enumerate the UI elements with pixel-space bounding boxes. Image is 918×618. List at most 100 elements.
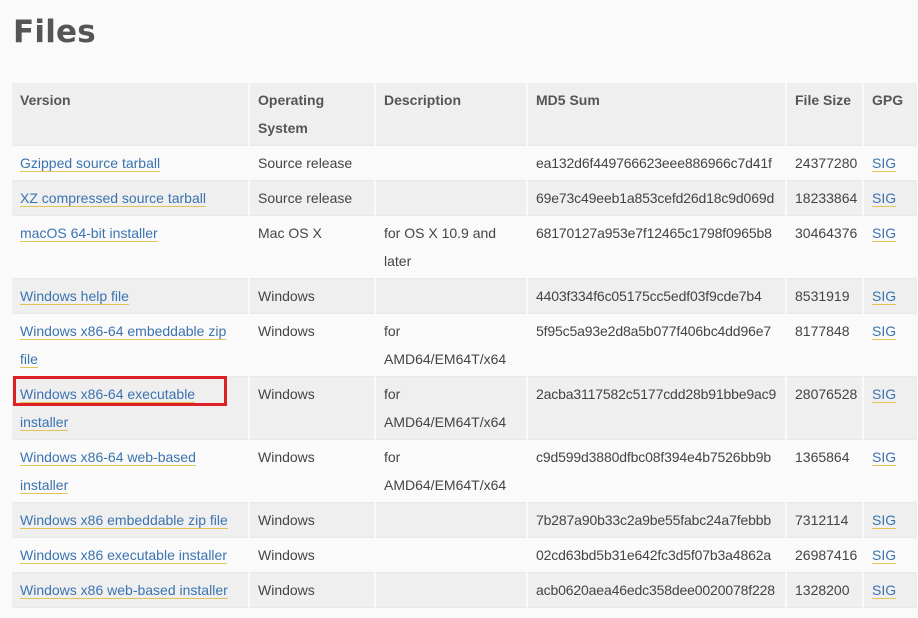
header-operating-system: Operating System	[249, 83, 376, 146]
gpg-cell: SIG	[863, 439, 918, 503]
gpg-cell: SIG	[863, 215, 918, 279]
table-row: XZ compressed source tarball Source relea…	[12, 180, 918, 216]
table-row: macOS 64-bit installer Mac OS Xfor OS X 1…	[12, 215, 918, 279]
table-row: Windows x86 embeddable zip file Windows 7b…	[12, 502, 918, 538]
table-row: Windows help file Windows 4403f334f6c05175…	[12, 278, 918, 314]
file-size-cell: 7312114	[786, 502, 864, 538]
download-link[interactable]: Windows x86-64 embeddable zip file	[20, 323, 227, 368]
header-gpg: GPG	[863, 83, 918, 146]
description-cell	[375, 180, 528, 216]
description-cell: for AMD64/EM64T/x64	[375, 376, 528, 440]
description-cell	[375, 572, 528, 608]
header-md5-sum: MD5 Sum	[527, 83, 787, 146]
sig-link[interactable]: SIG	[872, 190, 897, 207]
version-cell: macOS 64-bit installer	[12, 215, 250, 279]
md5-cell: 2acba3117582c5177cdd28b91bbe9ac9	[527, 376, 787, 440]
gpg-cell: SIG	[863, 278, 918, 314]
version-cell: Windows x86 web-based installer	[12, 572, 250, 608]
version-cell: Windows x86-64 web-based installer	[12, 439, 250, 503]
header-row: Version Operating System Description MD5…	[12, 83, 918, 146]
gpg-cell: SIG	[863, 313, 918, 377]
md5-cell: c9d599d3880dfbc08f394e4b7526bb9b	[527, 439, 787, 503]
download-link[interactable]: Windows x86-64 executable installer	[20, 386, 196, 431]
md5-cell: 4403f334f6c05175cc5edf03f9cde7b4	[527, 278, 787, 314]
table-row: Gzipped source tarball Source release ea13…	[12, 145, 918, 181]
os-cell: Windows	[249, 278, 376, 314]
gpg-cell: SIG	[863, 376, 918, 440]
table-row: Windows x86-64 web-based installer Window…	[12, 439, 918, 503]
gpg-cell: SIG	[863, 537, 918, 573]
sig-link[interactable]: SIG	[872, 547, 897, 564]
version-cell: Gzipped source tarball	[12, 145, 250, 181]
header-version: Version	[12, 83, 250, 146]
version-cell: Windows help file	[12, 278, 250, 314]
header-description: Description	[375, 83, 528, 146]
file-size-cell: 8177848	[786, 313, 864, 377]
file-size-cell: 28076528	[786, 376, 864, 440]
file-size-cell: 1328200	[786, 572, 864, 608]
sig-link[interactable]: SIG	[872, 155, 897, 172]
version-cell: Windows x86-64 executable installer	[12, 376, 250, 440]
md5-cell: acb0620aea46edc358dee0020078f228	[527, 572, 787, 608]
md5-cell: 69e73c49eeb1a853cefd26d18c9d069d	[527, 180, 787, 216]
table-row: Windows x86 web-based installer Windows ac…	[12, 572, 918, 608]
page-title: Files	[13, 14, 96, 50]
download-link[interactable]: Windows x86 web-based installer	[20, 582, 228, 599]
sig-link[interactable]: SIG	[872, 582, 897, 599]
description-cell: for AMD64/EM64T/x64	[375, 439, 528, 503]
file-size-cell: 18233864	[786, 180, 864, 216]
sig-link[interactable]: SIG	[872, 225, 897, 242]
description-cell	[375, 278, 528, 314]
version-cell: Windows x86 embeddable zip file	[12, 502, 250, 538]
gpg-cell: SIG	[863, 180, 918, 216]
md5-cell: 7b287a90b33c2a9be55fabc24a7febbb	[527, 502, 787, 538]
md5-cell: 02cd63bd5b31e642fc3d5f07b3a4862a	[527, 537, 787, 573]
sig-link[interactable]: SIG	[872, 386, 897, 403]
file-size-cell: 1365864	[786, 439, 864, 503]
md5-cell: 68170127a953e7f12465c1798f0965b8	[527, 215, 787, 279]
files-table-header: Version Operating System Description MD5…	[12, 83, 918, 146]
download-link[interactable]: Windows x86-64 web-based installer	[20, 449, 196, 494]
sig-link[interactable]: SIG	[872, 288, 897, 305]
os-cell: Windows	[249, 502, 376, 538]
table-row: Windows x86-64 executable installer Windo…	[12, 376, 918, 440]
version-cell: XZ compressed source tarball	[12, 180, 250, 216]
table-row: Windows x86-64 embeddable zip file Window…	[12, 313, 918, 377]
download-link[interactable]: XZ compressed source tarball	[20, 190, 206, 207]
description-cell: for OS X 10.9 and later	[375, 215, 528, 279]
download-link[interactable]: Gzipped source tarball	[20, 155, 161, 172]
md5-cell: ea132d6f449766623eee886966c7d41f	[527, 145, 787, 181]
gpg-cell: SIG	[863, 502, 918, 538]
sig-link[interactable]: SIG	[872, 323, 897, 340]
table-row: Windows x86 executable installer Windows 0…	[12, 537, 918, 573]
files-table: Version Operating System Description MD5…	[12, 83, 918, 608]
gpg-cell: SIG	[863, 145, 918, 181]
os-cell: Windows	[249, 439, 376, 503]
files-table-body: Gzipped source tarball Source release ea13…	[12, 145, 918, 608]
os-cell: Source release	[249, 180, 376, 216]
download-link[interactable]: Windows help file	[20, 288, 129, 305]
file-size-cell: 30464376	[786, 215, 864, 279]
file-size-cell: 8531919	[786, 278, 864, 314]
os-cell: Mac OS X	[249, 215, 376, 279]
header-file-size: File Size	[786, 83, 864, 146]
download-link[interactable]: macOS 64-bit installer	[20, 225, 158, 242]
version-cell: Windows x86-64 embeddable zip file	[12, 313, 250, 377]
description-cell: for AMD64/EM64T/x64	[375, 313, 528, 377]
sig-link[interactable]: SIG	[872, 512, 897, 529]
download-link[interactable]: Windows x86 embeddable zip file	[20, 512, 228, 529]
version-cell: Windows x86 executable installer	[12, 537, 250, 573]
sig-link[interactable]: SIG	[872, 449, 897, 466]
os-cell: Windows	[249, 572, 376, 608]
description-cell	[375, 537, 528, 573]
md5-cell: 5f95c5a93e2d8a5b077f406bc4dd96e7	[527, 313, 787, 377]
os-cell: Source release	[249, 145, 376, 181]
download-link[interactable]: Windows x86 executable installer	[20, 547, 227, 564]
os-cell: Windows	[249, 313, 376, 377]
file-size-cell: 26987416	[786, 537, 864, 573]
description-cell	[375, 502, 528, 538]
gpg-cell: SIG	[863, 572, 918, 608]
os-cell: Windows	[249, 376, 376, 440]
description-cell	[375, 145, 528, 181]
os-cell: Windows	[249, 537, 376, 573]
